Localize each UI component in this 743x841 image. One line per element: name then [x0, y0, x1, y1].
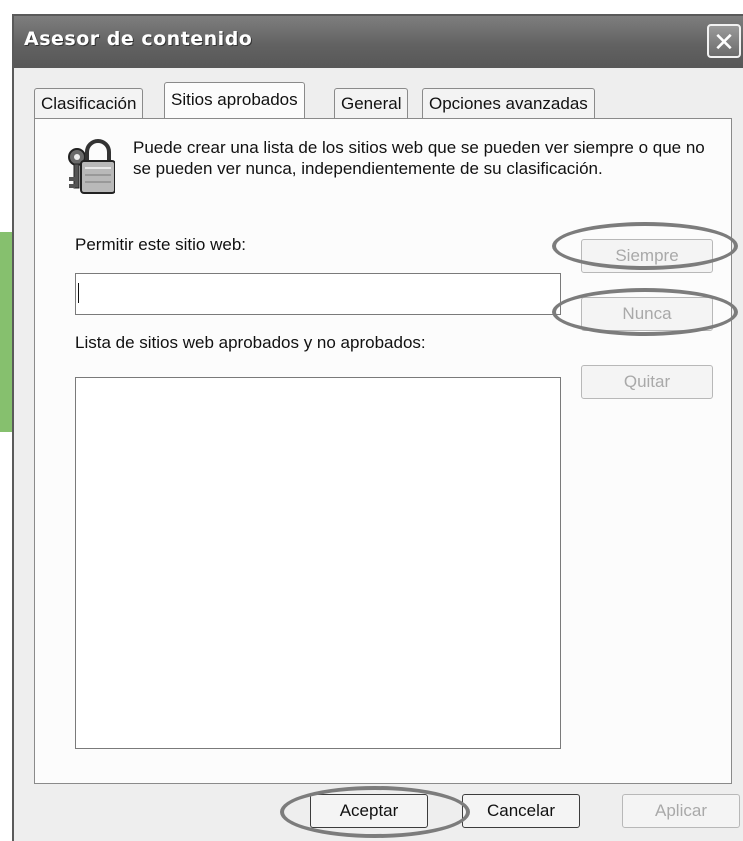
lock-keys-icon [68, 139, 115, 194]
close-icon: ✕ [713, 27, 735, 57]
cancel-button[interactable]: Cancelar [462, 794, 580, 828]
approved-sites-panel: Puede crear una lista de los sitios web … [34, 118, 732, 784]
tab-label: Sitios aprobados [171, 90, 298, 109]
text-caret [78, 283, 79, 303]
allow-site-input[interactable] [75, 273, 561, 315]
apply-button[interactable]: Aplicar [622, 794, 740, 828]
always-button-label: Siempre [615, 246, 679, 265]
accept-button[interactable]: Aceptar [310, 794, 428, 828]
remove-button[interactable]: Quitar [581, 365, 713, 399]
remove-button-label: Quitar [623, 372, 671, 391]
always-button[interactable]: Siempre [581, 239, 713, 273]
tab-label: Opciones avanzadas [429, 94, 588, 113]
sites-listbox[interactable] [75, 377, 561, 749]
apply-button-label: Aplicar [655, 801, 707, 820]
title-bar[interactable]: Asesor de contenido ✕ [14, 16, 743, 68]
tab-general[interactable]: General [334, 88, 409, 118]
tab-clasificacion[interactable]: Clasificación [34, 88, 144, 118]
window-title: Asesor de contenido [24, 28, 253, 50]
content-advisor-dialog: Asesor de contenido ✕ Clasificación Siti… [12, 14, 743, 841]
tab-label: Clasificación [41, 94, 137, 113]
screenshot-stage: Asesor de contenido ✕ Clasificación Siti… [0, 0, 743, 841]
panel-description: Puede crear una lista de los sitios web … [133, 138, 705, 178]
tab-sitios-aprobados[interactable]: Sitios aprobados [164, 82, 305, 118]
sites-list-label: Lista de sitios web aprobados y no aprob… [75, 333, 426, 352]
cancel-button-label: Cancelar [486, 801, 556, 820]
tab-opciones-avanzadas[interactable]: Opciones avanzadas [422, 88, 595, 118]
allow-site-label: Permitir este sitio web: [75, 235, 246, 254]
never-button-label: Nunca [622, 304, 672, 323]
never-button[interactable]: Nunca [581, 297, 713, 331]
tab-label: General [341, 94, 402, 113]
accept-button-label: Aceptar [339, 801, 399, 820]
close-button[interactable]: ✕ [707, 24, 741, 58]
